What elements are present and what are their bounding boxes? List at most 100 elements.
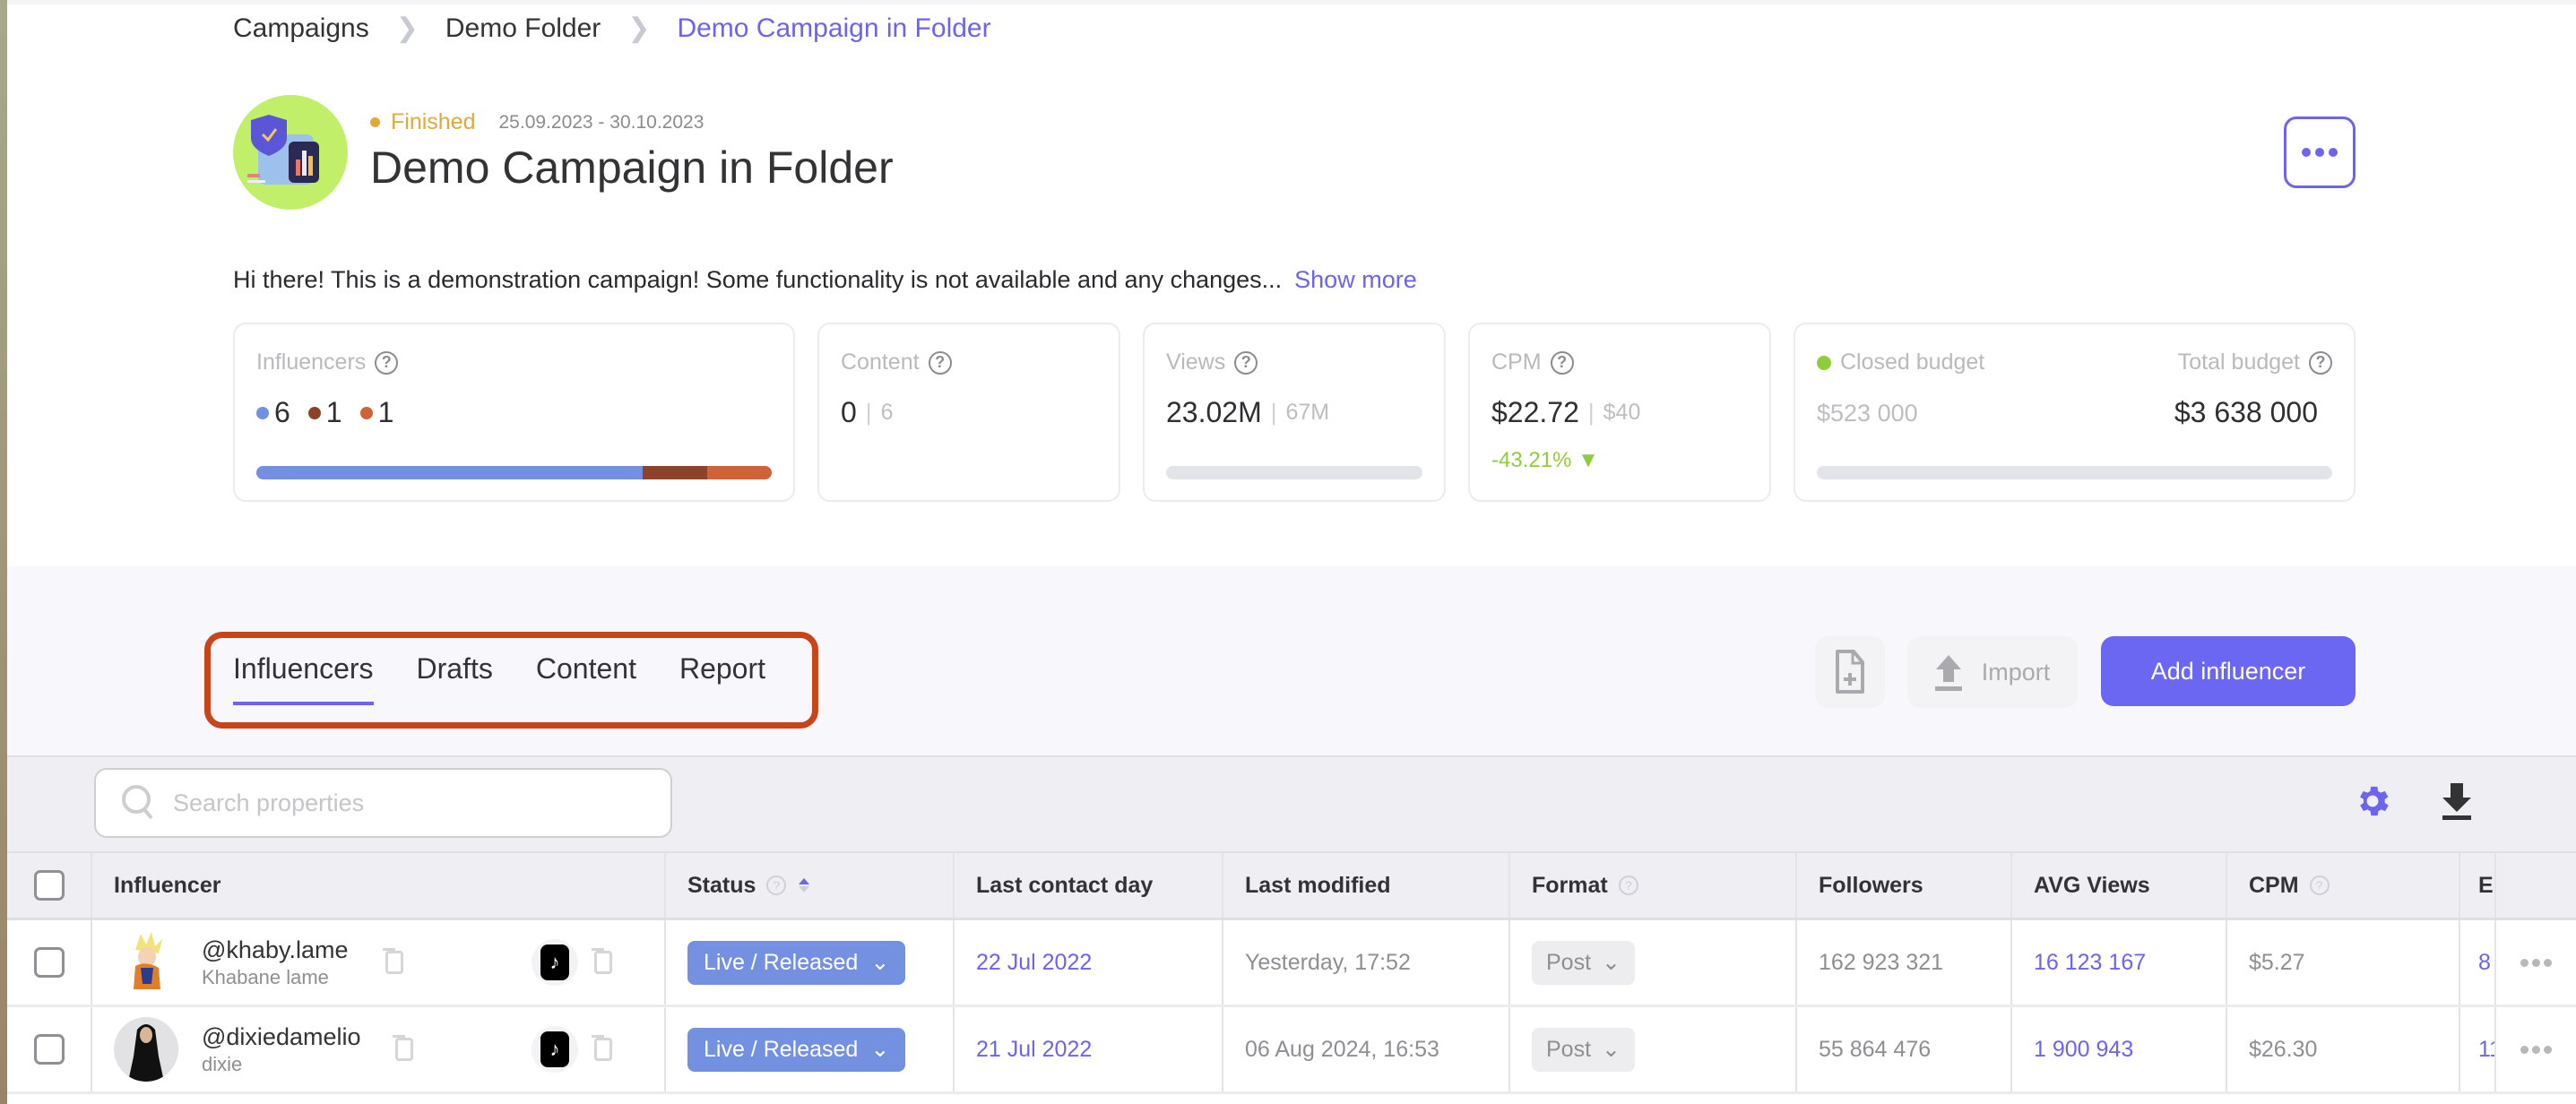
e-cell[interactable]: 8 <box>2460 920 2496 1005</box>
copy-icon[interactable] <box>383 948 404 974</box>
column-cpm[interactable]: CPM? <box>2227 853 2460 918</box>
chevron-right-icon: ❯ <box>395 13 419 43</box>
table-row[interactable]: @dixiedamelio dixie ♪ Live / Released ⌄ 2… <box>7 1007 2576 1094</box>
format-dropdown[interactable]: Post ⌄ <box>1532 940 1635 985</box>
tab-influencers[interactable]: Influencers <box>233 652 374 705</box>
cpm-delta: -43.21% ▼ <box>1491 448 1599 473</box>
search-input[interactable] <box>173 789 639 817</box>
row-checkbox[interactable] <box>33 1034 65 1065</box>
campaign-description: Hi there! This is a demonstration campai… <box>233 266 1417 294</box>
search-icon <box>122 785 153 820</box>
last-contact-cell[interactable]: 22 Jul 2022 <box>955 920 1223 1005</box>
format-cell: Post ⌄ <box>1510 920 1797 1005</box>
cpm-target: $40 <box>1603 400 1641 425</box>
tab-report[interactable]: Report <box>679 652 765 686</box>
tab-drafts[interactable]: Drafts <box>417 652 493 686</box>
column-format[interactable]: Format? <box>1510 853 1797 918</box>
avatar <box>114 930 178 995</box>
influencer-cell: @khaby.lame Khabane lame ♪ <box>92 920 666 1005</box>
status-dropdown[interactable]: Live / Released ⌄ <box>687 1027 906 1072</box>
e-cell[interactable]: 11 <box>2460 1007 2496 1091</box>
sort-icon[interactable] <box>799 878 810 893</box>
cpm-cell: $26.30 <box>2227 1007 2460 1091</box>
content-value: 0 | 6 <box>841 396 893 429</box>
row-more-button[interactable] <box>2520 958 2552 967</box>
content-total: 6 <box>880 400 894 425</box>
copy-icon[interactable] <box>392 1035 413 1061</box>
status-dropdown[interactable]: Live / Released ⌄ <box>687 940 906 985</box>
breadcrumb: Campaigns ❯ Demo Folder ❯ Demo Campaign … <box>233 13 991 44</box>
avg-views-cell[interactable]: 1 900 943 <box>2012 1007 2227 1091</box>
cpm-value: $22.72 | $40 <box>1491 396 1640 429</box>
download-button[interactable] <box>2441 781 2473 825</box>
card-label: Closed budget <box>1817 349 1984 375</box>
copy-icon[interactable] <box>592 948 612 974</box>
show-more-link[interactable]: Show more <box>1294 266 1417 293</box>
dot-icon <box>1817 355 1831 370</box>
influencer-group-2: 1 <box>307 396 342 429</box>
card-label: Influencers? <box>256 349 399 375</box>
column-status[interactable]: Status? <box>666 853 955 918</box>
header-select-cell <box>7 853 92 918</box>
total-budget-value: $3 638 000 <box>2174 396 2318 429</box>
row-more-button[interactable] <box>2520 1045 2552 1054</box>
column-last-contact[interactable]: Last contact day <box>955 853 1223 918</box>
last-contact-cell[interactable]: 21 Jul 2022 <box>955 1007 1223 1091</box>
influencer-handle[interactable]: @dixiedamelio <box>202 1023 361 1051</box>
tiktok-icon: ♪ <box>540 1031 569 1067</box>
group-count: 1 <box>377 396 394 428</box>
help-icon[interactable]: ? <box>375 350 399 375</box>
campaign-status: Finished 25.09.2023 - 30.10.2023 <box>370 109 704 135</box>
campaign-dates: 25.09.2023 - 30.10.2023 <box>498 111 705 133</box>
column-e[interactable]: E <box>2460 853 2496 918</box>
influencer-info: @dixiedamelio dixie <box>202 1023 361 1076</box>
row-checkbox[interactable] <box>33 947 65 978</box>
views-count: 23.02M <box>1166 396 1262 428</box>
table-row[interactable]: @khaby.lame Khabane lame ♪ Live / Releas… <box>7 920 2576 1007</box>
row-select-cell <box>7 1007 92 1091</box>
tiktok-button[interactable]: ♪ <box>532 939 578 986</box>
help-icon[interactable]: ? <box>1618 875 1638 895</box>
help-icon[interactable]: ? <box>2309 875 2330 895</box>
influencer-info: @khaby.lame Khabane lame <box>202 936 348 989</box>
import-button[interactable]: Import <box>1907 636 2078 708</box>
influencer-group-1: 6 <box>256 396 290 429</box>
select-all-checkbox[interactable] <box>33 870 65 901</box>
breadcrumb-campaigns[interactable]: Campaigns <box>233 13 369 44</box>
help-icon[interactable]: ? <box>1234 350 1258 375</box>
format-dropdown[interactable]: Post ⌄ <box>1532 1027 1635 1072</box>
tab-content[interactable]: Content <box>536 652 636 686</box>
add-file-button[interactable] <box>1815 636 1885 708</box>
help-icon[interactable]: ? <box>1550 350 1574 375</box>
content-label: Content <box>841 349 920 375</box>
separator: | <box>865 399 872 426</box>
influencer-group-3: 1 <box>359 396 394 429</box>
upload-icon <box>1934 655 1962 691</box>
more-options-button[interactable] <box>2284 116 2356 188</box>
campaign-illustration-icon <box>247 115 319 185</box>
help-icon[interactable]: ? <box>928 350 952 375</box>
views-card: Views? 23.02M | 67M <box>1143 323 1446 502</box>
dot-icon <box>2544 1045 2552 1054</box>
avatar-image-icon <box>114 1017 178 1082</box>
copy-icon[interactable] <box>592 1035 612 1061</box>
search-field[interactable] <box>94 768 672 838</box>
breadcrumb-demo-folder[interactable]: Demo Folder <box>445 13 601 44</box>
card-label: Total budget? <box>2178 349 2332 375</box>
column-last-modified[interactable]: Last modified <box>1223 853 1510 918</box>
avg-views-cell[interactable]: 16 123 167 <box>2012 920 2227 1005</box>
add-influencer-button[interactable]: Add influencer <box>2101 636 2356 706</box>
column-influencer[interactable]: Influencer <box>92 853 666 918</box>
column-avg-views[interactable]: AVG Views <box>2012 853 2227 918</box>
influencers-label: Influencers <box>256 349 367 375</box>
help-icon[interactable]: ? <box>2309 350 2332 375</box>
settings-button[interactable] <box>2353 781 2392 825</box>
row-select-cell <box>7 920 92 1005</box>
status-badge: Finished <box>391 109 476 134</box>
status-dot-icon <box>370 117 380 127</box>
influencer-handle[interactable]: @khaby.lame <box>202 936 348 964</box>
column-label: CPM <box>2249 872 2299 898</box>
help-icon[interactable]: ? <box>766 875 787 895</box>
column-followers[interactable]: Followers <box>1797 853 2012 918</box>
tiktok-button[interactable]: ♪ <box>532 1026 578 1073</box>
